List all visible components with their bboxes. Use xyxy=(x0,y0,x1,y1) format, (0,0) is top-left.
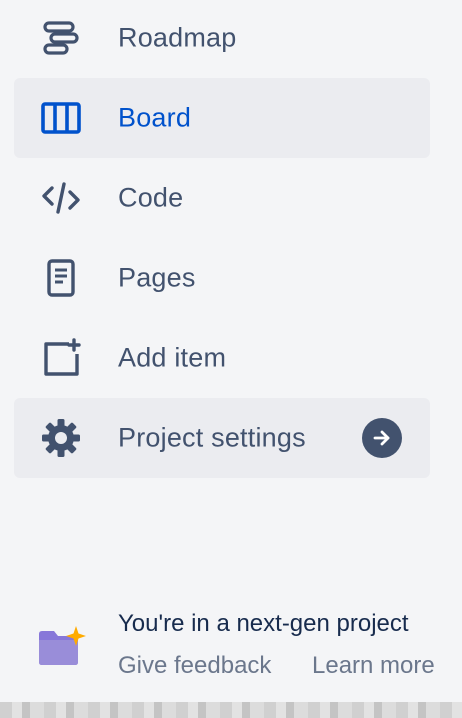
sidebar-item-label: Project settings xyxy=(118,422,306,453)
give-feedback-link[interactable]: Give feedback xyxy=(118,652,271,680)
sidebar-item-label: Pages xyxy=(118,262,196,293)
gear-icon xyxy=(40,417,82,459)
next-gen-project-footer: You're in a next-gen project Give feedba… xyxy=(0,600,462,690)
sidebar-item-roadmap[interactable]: Roadmap xyxy=(14,0,430,78)
bottom-edge-strip xyxy=(0,702,462,718)
learn-more-link[interactable]: Learn more xyxy=(312,652,435,680)
sparkle-folder-icon xyxy=(36,626,88,668)
sidebar-item-label: Code xyxy=(118,182,184,213)
sidebar-item-label: Board xyxy=(118,102,192,133)
sidebar-item-label: Add item xyxy=(118,342,227,373)
project-sidebar: Roadmap Board Code Pages Add item Projec… xyxy=(0,0,462,718)
roadmap-icon xyxy=(40,17,82,59)
sidebar-item-label: Roadmap xyxy=(118,22,237,53)
sidebar-item-project-settings[interactable]: Project settings xyxy=(14,398,430,478)
board-icon xyxy=(40,97,82,139)
arrow-right-icon[interactable] xyxy=(362,418,402,458)
footer-title: You're in a next-gen project xyxy=(118,610,409,637)
sidebar-item-code[interactable]: Code xyxy=(14,158,430,238)
sidebar-item-add-item[interactable]: Add item xyxy=(14,318,430,398)
pages-icon xyxy=(40,257,82,299)
add-item-icon xyxy=(40,337,82,379)
sidebar-item-board[interactable]: Board xyxy=(14,78,430,158)
code-icon xyxy=(40,177,82,219)
sidebar-item-pages[interactable]: Pages xyxy=(14,238,430,318)
